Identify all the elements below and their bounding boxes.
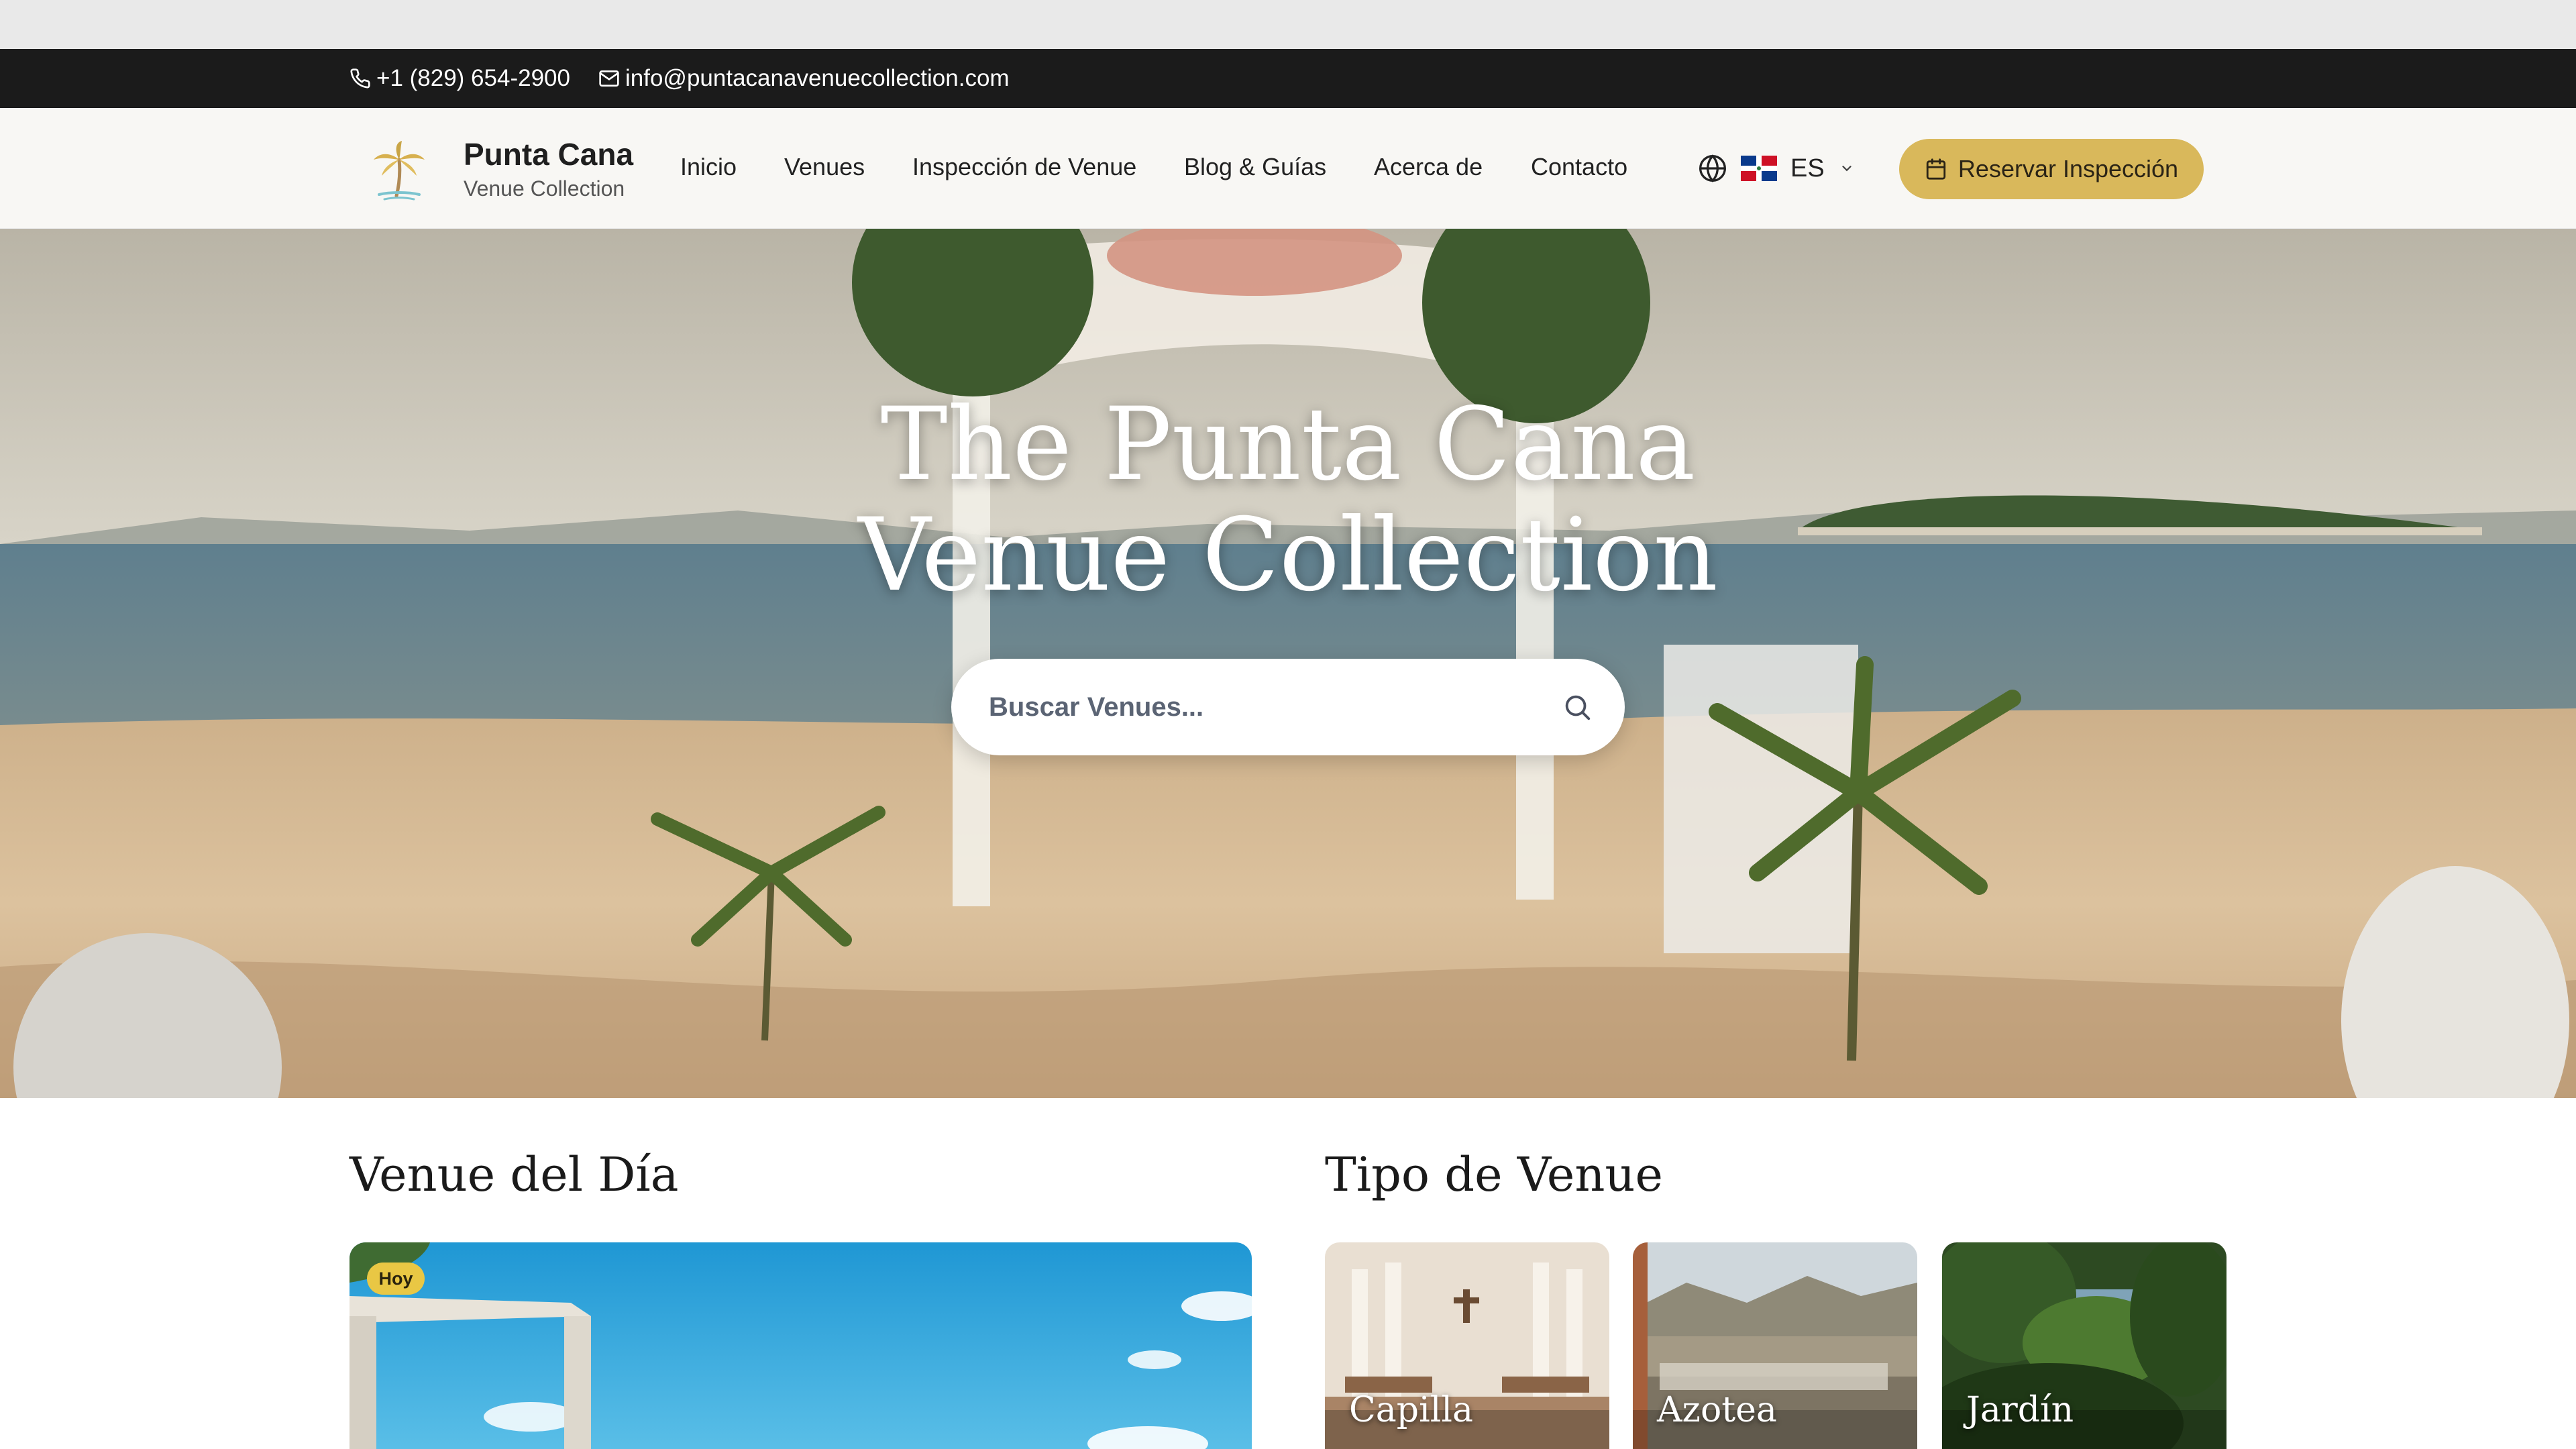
email-text: info@puntacanavenuecollection.com (625, 65, 1010, 91)
language-code: ES (1790, 154, 1825, 182)
hero-title-line2: Venue Collection (858, 497, 1718, 614)
book-inspection-button[interactable]: Reservar Inspección (1899, 139, 2204, 199)
globe-icon (1699, 154, 1726, 182)
venue-type-garden-card[interactable]: Jardín (1942, 1242, 2226, 1449)
venue-of-day-card[interactable]: Hoy (350, 1242, 1252, 1449)
language-selector[interactable]: ES (1698, 151, 1854, 186)
nav-acerca[interactable]: Acerca de (1374, 153, 1483, 181)
dominican-flag-icon (1741, 156, 1777, 181)
nav-contacto[interactable]: Contacto (1531, 153, 1627, 181)
contact-bar: +1 (829) 654-2900 info@puntacanavenuecol… (0, 49, 2576, 108)
palm-logo-icon[interactable] (370, 140, 429, 201)
venue-of-day-image (350, 1242, 1252, 1449)
phone-icon (350, 68, 370, 89)
venue-type-rooftop-card[interactable]: Azotea (1633, 1242, 1917, 1449)
site-header: Punta Cana Venue Collection Inicio Venue… (0, 108, 2576, 229)
hero-title-line1: The Punta Cana (880, 386, 1696, 503)
brand-title[interactable]: Punta Cana (464, 136, 633, 172)
nav-blog[interactable]: Blog & Guías (1184, 153, 1326, 181)
nav-inicio[interactable]: Inicio (680, 153, 737, 181)
today-badge: Hoy (367, 1263, 425, 1295)
nav-inspeccion[interactable]: Inspección de Venue (912, 153, 1136, 181)
venue-search-input[interactable] (989, 692, 1562, 722)
email-link[interactable]: info@puntacanavenuecollection.com (598, 49, 1010, 108)
book-inspection-label: Reservar Inspección (1957, 155, 2179, 182)
hero-title: The Punta Cana Venue Collection (0, 390, 2576, 611)
browser-strip (0, 0, 2576, 49)
venue-of-day-heading: Venue del Día (350, 1147, 679, 1202)
venue-search-bar[interactable] (951, 659, 1625, 755)
venue-type-chapel-card[interactable]: Capilla (1325, 1242, 1609, 1449)
venue-type-label: Capilla (1349, 1390, 1473, 1430)
venue-type-label: Jardín (1966, 1390, 2074, 1430)
phone-text: +1 (829) 654-2900 (376, 65, 570, 91)
brand-subtitle: Venue Collection (464, 176, 625, 201)
phone-link[interactable]: +1 (829) 654-2900 (350, 49, 570, 108)
venue-type-label: Azotea (1657, 1390, 1777, 1430)
chevron-down-icon (1842, 166, 1851, 172)
search-icon[interactable] (1562, 692, 1593, 722)
venue-types-heading: Tipo de Venue (1325, 1147, 1663, 1202)
nav-venues[interactable]: Venues (784, 153, 865, 181)
hero-banner: The Punta Cana Venue Collection (0, 229, 2576, 1098)
calendar-icon (1926, 158, 1946, 180)
mail-icon (599, 70, 619, 87)
